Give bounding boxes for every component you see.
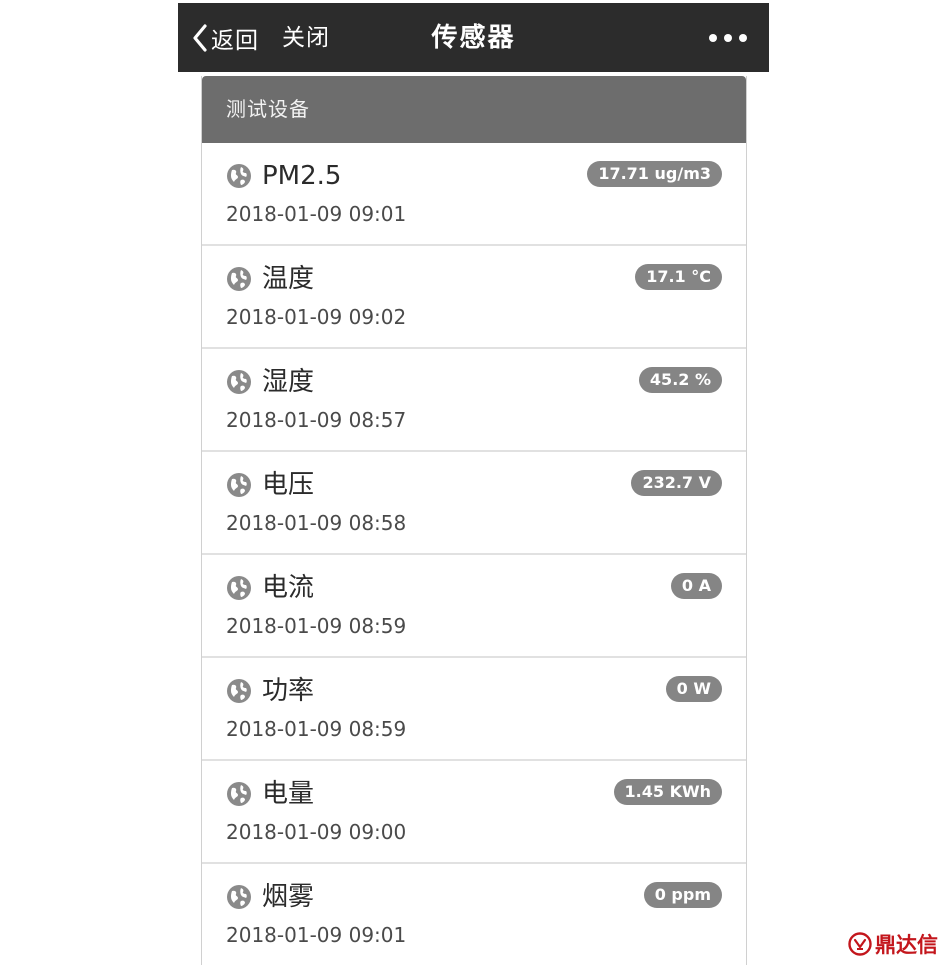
sensor-timestamp: 2018-01-09 09:00 [226,820,407,844]
watermark-text: 鼎达信 [875,933,938,957]
sensor-value-badge: 0 A [670,573,722,599]
sensor-timestamp: 2018-01-09 09:02 [226,305,407,329]
sensor-list: PM2.5 2018-01-09 09:01 17.71 ug/m3 温度 2018-0… [202,143,746,965]
globe-icon [226,163,252,189]
watermark: 鼎达信 [848,929,938,959]
sensor-row[interactable]: 湿度 2018-01-09 08:57 45.2 % [202,349,746,452]
globe-icon [226,884,252,910]
sensor-value-badge: 17.71 ug/m3 [587,161,722,187]
more-dots-icon[interactable] [709,29,747,47]
sensor-row[interactable]: 电量 2018-01-09 09:00 1.45 KWh [202,761,746,864]
sensor-value-badge: 0 W [665,676,722,702]
sensor-value-badge: 17.1 °C [635,264,722,290]
globe-icon [226,369,252,395]
sensor-timestamp: 2018-01-09 09:01 [226,923,407,947]
sensor-value-badge: 232.7 V [631,470,722,496]
page: 返回 关闭 传感器 测试设备 PM2.5 2018-01-09 09:01 17.7… [0,0,946,965]
page-title: 传感器 [431,23,516,53]
sensor-row[interactable]: 功率 2018-01-09 08:59 0 W [202,658,746,761]
sensor-name: 电流 [262,573,315,603]
sensor-name: 烟雾 [262,882,315,912]
globe-icon [226,781,252,807]
sensor-row[interactable]: 电压 2018-01-09 08:58 232.7 V [202,452,746,555]
globe-icon [226,575,252,601]
globe-icon [226,678,252,704]
device-card: 测试设备 PM2.5 2018-01-09 09:01 17.71 ug/m3 温度 2… [201,76,747,965]
sensor-timestamp: 2018-01-09 08:59 [226,717,407,741]
device-card-header: 测试设备 [202,76,746,143]
sensor-row[interactable]: 温度 2018-01-09 09:02 17.1 °C [202,246,746,349]
sensor-name: 功率 [262,676,315,706]
sensor-name: 电压 [262,470,315,500]
sensor-timestamp: 2018-01-09 08:57 [226,408,407,432]
sensor-timestamp: 2018-01-09 09:01 [226,202,407,226]
sensor-value-badge: 45.2 % [638,367,722,393]
sensor-row[interactable]: PM2.5 2018-01-09 09:01 17.71 ug/m3 [202,143,746,246]
sensor-name: 电量 [262,779,315,809]
sensor-timestamp: 2018-01-09 08:58 [226,511,407,535]
sensor-value-badge: 0 ppm [643,882,722,908]
globe-icon [226,266,252,292]
sensor-name: 温度 [262,264,315,294]
sensor-row[interactable]: 电流 2018-01-09 08:59 0 A [202,555,746,658]
globe-icon [226,472,252,498]
sensor-row[interactable]: 烟雾 2018-01-09 09:01 0 ppm [202,864,746,965]
sensor-name: 湿度 [262,367,315,397]
sensor-timestamp: 2018-01-09 08:59 [226,614,407,638]
sensor-value-badge: 1.45 KWh [613,779,722,805]
sensor-name: PM2.5 [262,161,342,191]
navigation-bar: 返回 关闭 传感器 [178,3,769,72]
brand-logo-icon [848,932,872,956]
